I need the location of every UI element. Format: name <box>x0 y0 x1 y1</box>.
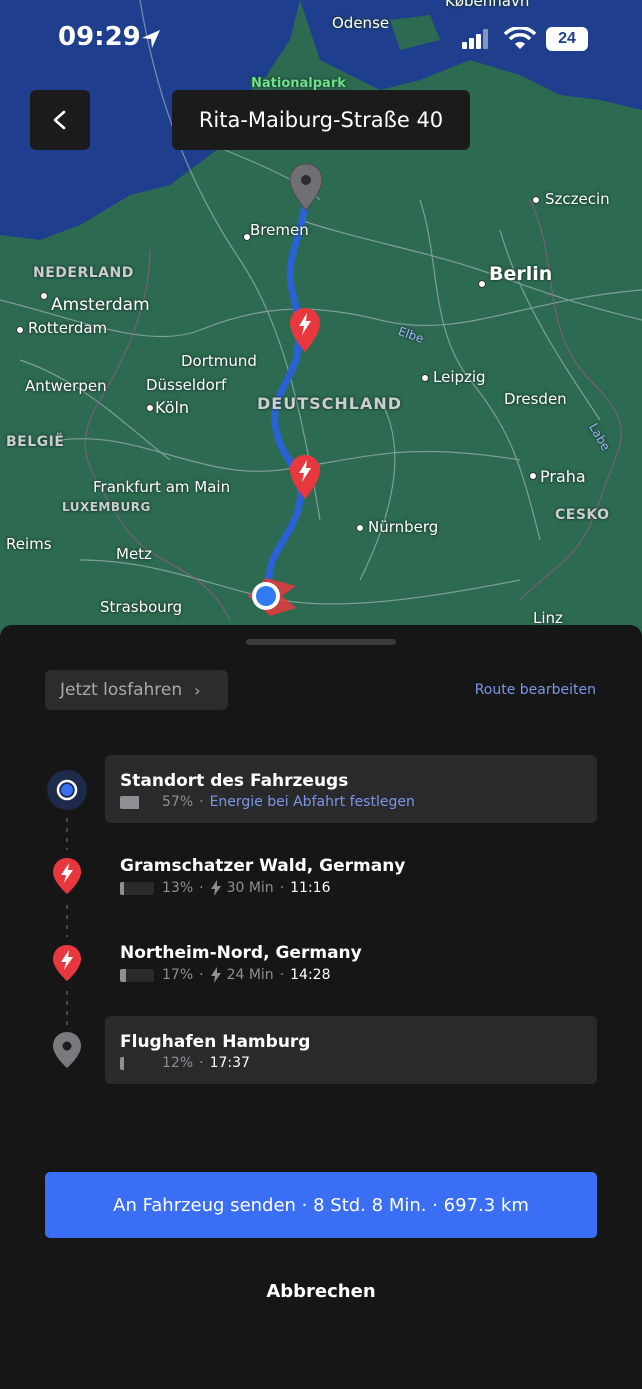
map-label-cesko: CESKO <box>555 507 610 523</box>
map-label-kobenhavn: København <box>445 0 530 10</box>
battery-bar <box>120 1056 154 1070</box>
chevron-right-icon: › <box>194 680 201 700</box>
map-label-metz: Metz <box>116 545 152 563</box>
map-label-frankfurt: Frankfurt am Main <box>93 478 231 496</box>
map-city-dot <box>356 524 364 532</box>
charger-pin-icon <box>53 945 81 981</box>
start-now-button[interactable]: Jetzt losfahren › <box>45 670 228 710</box>
charger-map-pin-icon[interactable] <box>288 306 322 354</box>
sheet-drag-handle[interactable] <box>246 639 396 645</box>
stop-eta: 17:37 <box>209 1055 250 1071</box>
stop-battery: 17% <box>162 967 194 983</box>
stop-name: Standort des Fahrzeugs <box>120 771 349 791</box>
battery-bar <box>120 881 154 895</box>
stop-name[interactable]: Northeim-Nord, Germany <box>120 943 362 963</box>
map-label-nationalpark: Nationalpark <box>251 76 346 91</box>
status-time: 09:29 <box>58 22 141 52</box>
battery-bar <box>120 968 154 982</box>
map-city-dot <box>532 196 540 204</box>
route-sheet: Jetzt losfahren › Route bearbeiten Stand… <box>0 625 642 1389</box>
map-label-dortmund: Dortmund <box>181 352 257 370</box>
send-to-vehicle-button[interactable]: An Fahrzeug senden · 8 Std. 8 Min. · 697… <box>45 1172 597 1238</box>
map-city-dot <box>529 472 537 480</box>
stop-eta: 14:28 <box>290 967 331 983</box>
map-label-bremen: Bremen <box>250 221 309 239</box>
cellular-signal-icon <box>462 29 488 49</box>
destination-title[interactable]: Rita-Maiburg-Straße 40 <box>172 90 470 150</box>
map-label-koln: Köln <box>155 398 190 417</box>
location-arrow-icon <box>142 30 160 48</box>
battery-bar <box>120 795 154 809</box>
stop-eta: 11:16 <box>290 880 331 896</box>
map-label-belgie: BELGIË <box>6 434 65 450</box>
chevron-left-icon <box>53 110 66 130</box>
charge-duration: 30 Min <box>226 880 274 896</box>
map-label-leipzig: Leipzig <box>433 368 486 386</box>
charger-map-pin-icon[interactable] <box>288 453 322 501</box>
stop-battery: 12% <box>162 1055 194 1071</box>
map-city-dot <box>40 292 48 300</box>
map-label-luxemburg: LUXEMBURG <box>62 500 151 514</box>
map-label-antwerpen: Antwerpen <box>25 377 107 395</box>
map-label-dresden: Dresden <box>504 390 567 408</box>
start-now-label: Jetzt losfahren <box>60 680 183 700</box>
map-label-strasbourg: Strasbourg <box>100 598 183 616</box>
map-city-dot <box>146 404 154 412</box>
timeline-connector <box>66 818 68 850</box>
map-city-dot <box>478 280 486 288</box>
map-label-praha: Praha <box>540 467 586 486</box>
set-departure-energy-link[interactable]: Energie bei Abfahrt festlegen <box>210 794 415 810</box>
map-label-dusseldorf: Düsseldorf <box>146 376 227 394</box>
map-city-dot <box>243 233 251 241</box>
stop-meta: 57% · Energie bei Abfahrt festlegen <box>120 794 415 810</box>
cancel-button[interactable]: Abbrechen <box>0 1281 642 1302</box>
stop-name[interactable]: Gramschatzer Wald, Germany <box>120 856 405 876</box>
status-bar: 09:29 24 <box>0 22 642 56</box>
destination-map-pin-icon[interactable] <box>288 162 324 212</box>
map-label-amsterdam: Amsterdam <box>51 295 150 315</box>
wifi-icon <box>504 27 536 49</box>
timeline-connector <box>66 905 68 937</box>
stop-name: Flughafen Hamburg <box>120 1032 311 1052</box>
charger-pin-icon <box>53 858 81 894</box>
back-button[interactable] <box>30 90 90 150</box>
bolt-icon <box>210 880 221 896</box>
timeline-connector <box>66 991 68 1025</box>
map-label-nurnberg: Nürnberg <box>368 518 439 536</box>
destination-pin-icon <box>53 1032 81 1068</box>
map-label-deutschland: DEUTSCHLAND <box>257 394 403 413</box>
battery-indicator: 24 <box>546 27 588 51</box>
bolt-icon <box>210 967 221 983</box>
map-label-reims: Reims <box>6 535 52 553</box>
edit-route-link[interactable]: Route bearbeiten <box>475 682 596 698</box>
map-label-rotterdam: Rotterdam <box>28 319 108 337</box>
map-label-berlin: Berlin <box>489 263 553 285</box>
stop-battery: 13% <box>162 880 194 896</box>
stop-meta: 17% · 24 Min · 14:28 <box>120 967 331 983</box>
map-label-nederland: NEDERLAND <box>33 265 134 281</box>
vehicle-location-icon <box>47 770 87 810</box>
stop-meta: 13% · 30 Min · 11:16 <box>120 880 331 896</box>
map-city-dot <box>16 326 24 334</box>
map-label-szczecin: Szczecin <box>545 190 610 208</box>
stop-battery: 57% <box>162 794 194 810</box>
map-city-dot <box>421 374 429 382</box>
stop-meta: 12% · 17:37 <box>120 1055 250 1071</box>
charge-duration: 24 Min <box>226 967 274 983</box>
vehicle-location-icon[interactable] <box>240 572 300 624</box>
